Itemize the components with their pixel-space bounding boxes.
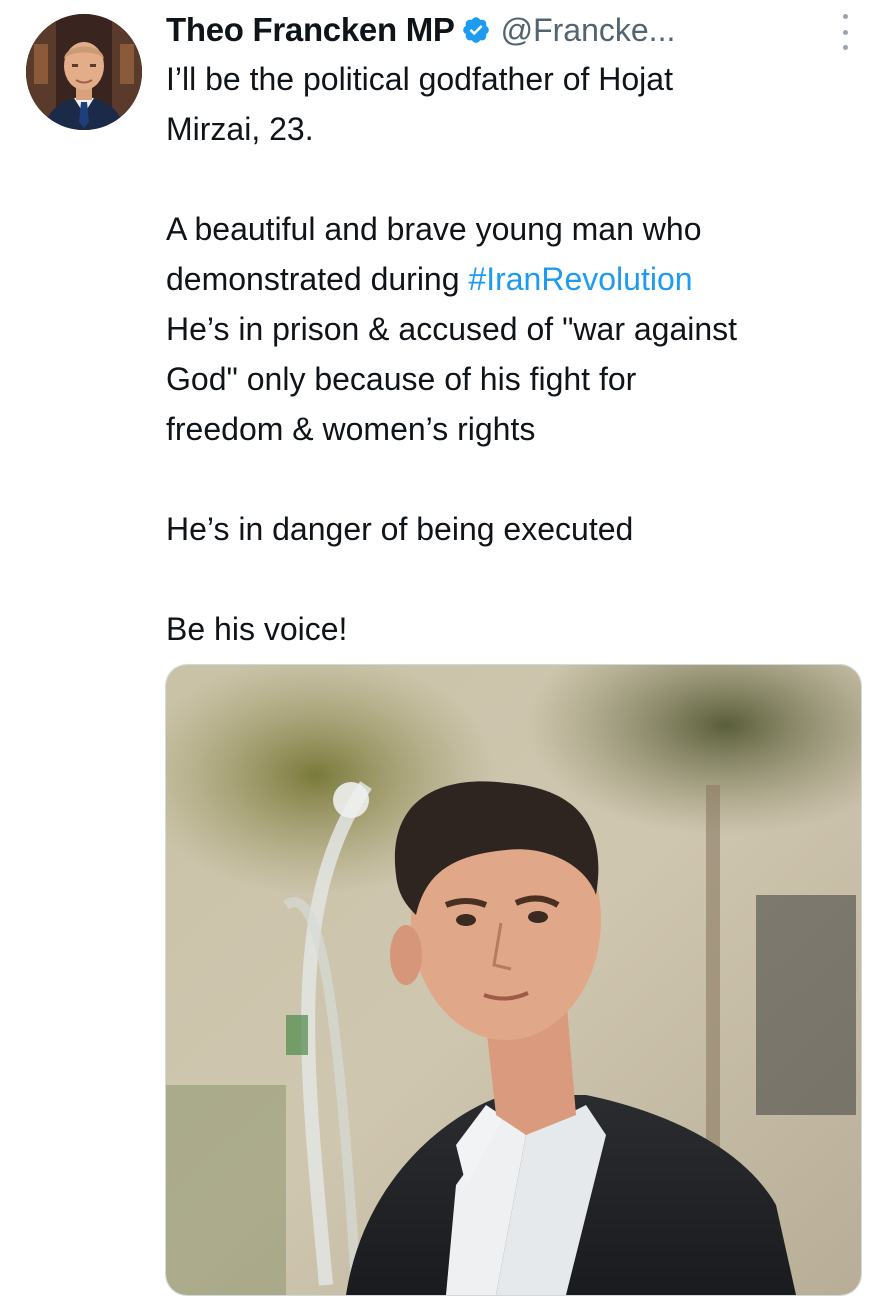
tweet[interactable]: Theo Francken MP @Francke... I’ll be the… — [0, 0, 885, 1296]
tweet-line: demonstrated during #IranRevolution — [166, 254, 866, 304]
tweet-line: God" only because of his fight for — [166, 361, 637, 397]
tweet-line: Mirzai, 23. — [166, 111, 314, 147]
author-avatar[interactable] — [26, 14, 142, 130]
tweet-photo[interactable] — [165, 664, 862, 1296]
tweet-line: freedom & women’s rights — [166, 411, 536, 447]
verified-badge-icon — [461, 15, 491, 45]
tweet-line: I’ll be the political godfather of Hojat — [166, 61, 673, 97]
more-options-icon[interactable] — [835, 14, 855, 50]
hashtag-link[interactable]: #IranRevolution — [468, 261, 692, 297]
dot — [842, 45, 848, 50]
author-handle[interactable]: @Francke... — [501, 12, 676, 49]
tweet-line: A beautiful and brave young man who — [166, 211, 702, 247]
tweet-header: Theo Francken MP @Francke... — [166, 8, 675, 52]
dot — [842, 14, 848, 19]
dot — [842, 29, 848, 35]
tweet-line: He’s in prison & accused of "war against — [166, 311, 738, 347]
tweet-line: He’s in danger of being executed — [166, 511, 634, 547]
tweet-line-prefix: demonstrated during — [166, 261, 469, 297]
display-name[interactable]: Theo Francken MP — [166, 11, 455, 49]
tweet-line: Be his voice! — [166, 611, 348, 647]
tweet-text: I’ll be the political godfather of Hojat… — [166, 54, 866, 654]
